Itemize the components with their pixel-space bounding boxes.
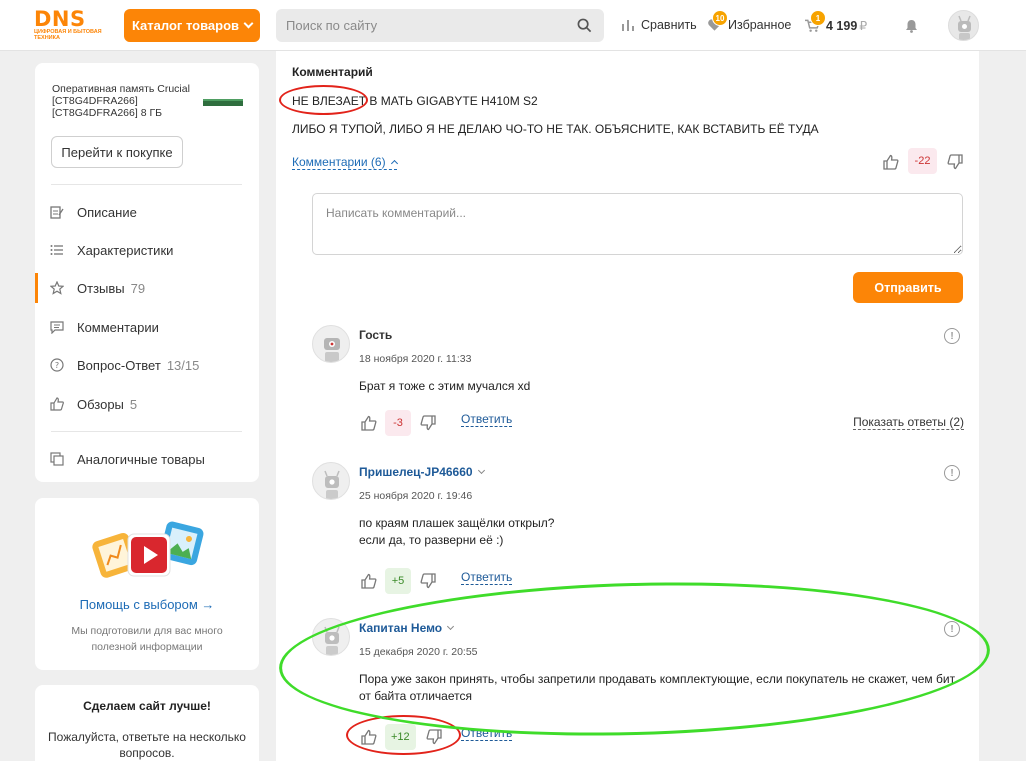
catalog-label: Каталог товаров [131,18,240,33]
reply-item: Пришелец-JP46660 25 ноября 2020 г. 19:46… [312,462,964,594]
chevron-down-icon [243,18,254,29]
comment-heading: Комментарий [292,65,373,79]
thumbs-up-icon[interactable] [361,415,377,431]
bell-icon[interactable] [905,19,918,33]
nav-label: Вопрос-Ответ [77,357,161,373]
copy-icon [50,452,64,466]
nav-label: Описание [77,204,137,220]
thumbs-down-icon[interactable] [420,573,436,589]
guest-avatar [312,325,350,363]
help-title[interactable]: Помощь с выбором → [35,597,259,612]
site-header: DNS ЦИФРОВАЯ И БЫТОВАЯ ТЕХНИКА Каталог т… [0,0,1026,51]
reply-item: Гость 18 ноября 2020 г. 11:33 Брат я тож… [312,325,964,436]
reply-rating: +5 [385,568,411,594]
report-icon[interactable]: ! [944,465,960,481]
search-input[interactable] [276,9,566,42]
comment-textarea[interactable] [312,193,963,255]
product-sidebar-card: Оперативная память Crucial [CT8G4DFRA266… [35,63,259,482]
nav-label: Комментарии [77,319,159,335]
improve-site-card[interactable]: Сделаем сайт лучше! Пожалуйста, ответьте… [35,685,259,761]
reply-answer-link[interactable]: Ответить [461,570,513,585]
nav-label: Аналогичные товары [77,451,205,467]
cart-count-badge: 1 [810,10,826,26]
reply-author[interactable]: Гость [359,328,392,342]
catalog-button[interactable]: Каталог товаров [124,9,260,42]
svg-text:?: ? [55,361,59,370]
comments-toggle[interactable]: Комментарии (6) [292,155,398,170]
improve-description: Пожалуйста, ответьте на несколько вопрос… [48,730,246,760]
reply-text-line: по краям плашек защёлки открыл? [359,516,555,530]
nav-item-reviews[interactable]: Отзывы 79 [35,273,259,303]
reply-text-line: Брат я тоже с этим мучался xd [359,379,531,393]
nav-count: 5 [129,396,138,412]
dns-logo[interactable]: DNS ЦИФРОВАЯ И БЫТОВАЯ ТЕХНИКА [34,7,104,42]
thumbs-down-icon[interactable] [420,415,436,431]
product-thumbnail[interactable] [203,99,243,106]
thumbs-up-icon [50,397,64,411]
favorites-label: Избранное [728,18,792,32]
logo-subtitle: ЦИФРОВАЯ И БЫТОВАЯ ТЕХНИКА [34,29,102,41]
favorites-count-badge: 10 [712,10,728,26]
search-icon[interactable] [577,18,592,33]
thumbs-up-icon[interactable] [361,573,377,589]
nav-label: Обзоры [77,396,124,412]
thumbs-down-icon[interactable] [947,154,963,170]
reply-author[interactable]: Пришелец-JP46660 [359,465,485,479]
goto-purchase-button[interactable]: Перейти к покупке [51,136,183,168]
show-answers-link[interactable]: Показать ответы (2) [853,415,964,430]
nav-item-overviews[interactable]: Обзоры 5 [35,389,259,419]
robot-avatar-icon [324,470,340,499]
edit-doc-icon [50,206,64,219]
search-bar [276,9,604,42]
robot-avatar-icon [324,338,340,362]
product-name[interactable]: Оперативная память Crucial [CT8G4DFRA266… [52,83,200,119]
comments-toggle-label: Комментарии (6) [292,155,386,169]
thumbs-up-icon[interactable] [883,154,899,170]
question-icon: ? [50,358,64,372]
improve-title: Сделаем сайт лучше! [83,699,211,713]
cart-total: 4 199 [826,18,858,33]
divider [51,184,242,185]
reply-text: Брат я тоже с этим мучался xd [359,378,959,395]
nav-item-comments[interactable]: Комментарии [35,312,259,342]
reply-date: 25 ноября 2020 г. 19:46 [359,490,473,502]
review-rating: -22 [908,148,937,174]
author-name: Гость [359,328,393,342]
reply-text: по краям плашек защёлки открыл? если да,… [359,515,959,549]
star-icon [50,281,64,295]
chevron-up-icon [390,159,398,168]
nav-item-specs[interactable]: Характеристики [35,235,259,265]
nav-item-description[interactable]: Описание [35,197,259,227]
user-avatar[interactable] [948,10,979,41]
nav-label: Отзывы [77,280,125,296]
comment-icon [50,321,64,334]
reply-date: 18 ноября 2020 г. 11:33 [359,353,472,365]
user-avatar[interactable] [312,462,350,500]
send-button[interactable]: Отправить [853,272,963,303]
compare-icon [622,20,634,31]
compare-label: Сравнить [641,18,697,32]
nav-label: Характеристики [77,242,174,258]
nav-count: 79 [130,280,146,296]
help-description: Мы подготовили для вас много полезной ин… [71,625,223,653]
help-illustration-icon [92,521,204,578]
divider [51,431,242,432]
author-name: Пришелец-JP46660 [359,465,473,479]
list-icon [50,245,63,255]
nav-count: 13/15 [166,357,200,373]
reply-rating: -3 [385,410,411,436]
help-choose-card[interactable]: Помощь с выбором → Мы подготовили для ва… [35,498,259,670]
report-icon[interactable]: ! [944,328,960,344]
annotation-red-ellipse [279,85,368,115]
compare-link[interactable]: Сравнить [621,18,697,32]
currency-symbol: ₽ [859,19,868,33]
nav-item-qa[interactable]: ? Вопрос-Ответ 13/15 [35,350,259,380]
reply-text-line: если да, то разверни её :) [359,533,504,547]
reply-answer-link[interactable]: Ответить [461,412,513,427]
review-line-2: ЛИБО Я ТУПОЙ, ЛИБО Я НЕ ДЕЛАЮ ЧО-ТО НЕ Т… [292,122,819,136]
logo-text: DNS [34,7,86,31]
robot-avatar-icon [958,15,971,40]
chevron-down-icon [477,466,485,475]
nav-item-similar[interactable]: Аналогичные товары [35,444,259,474]
